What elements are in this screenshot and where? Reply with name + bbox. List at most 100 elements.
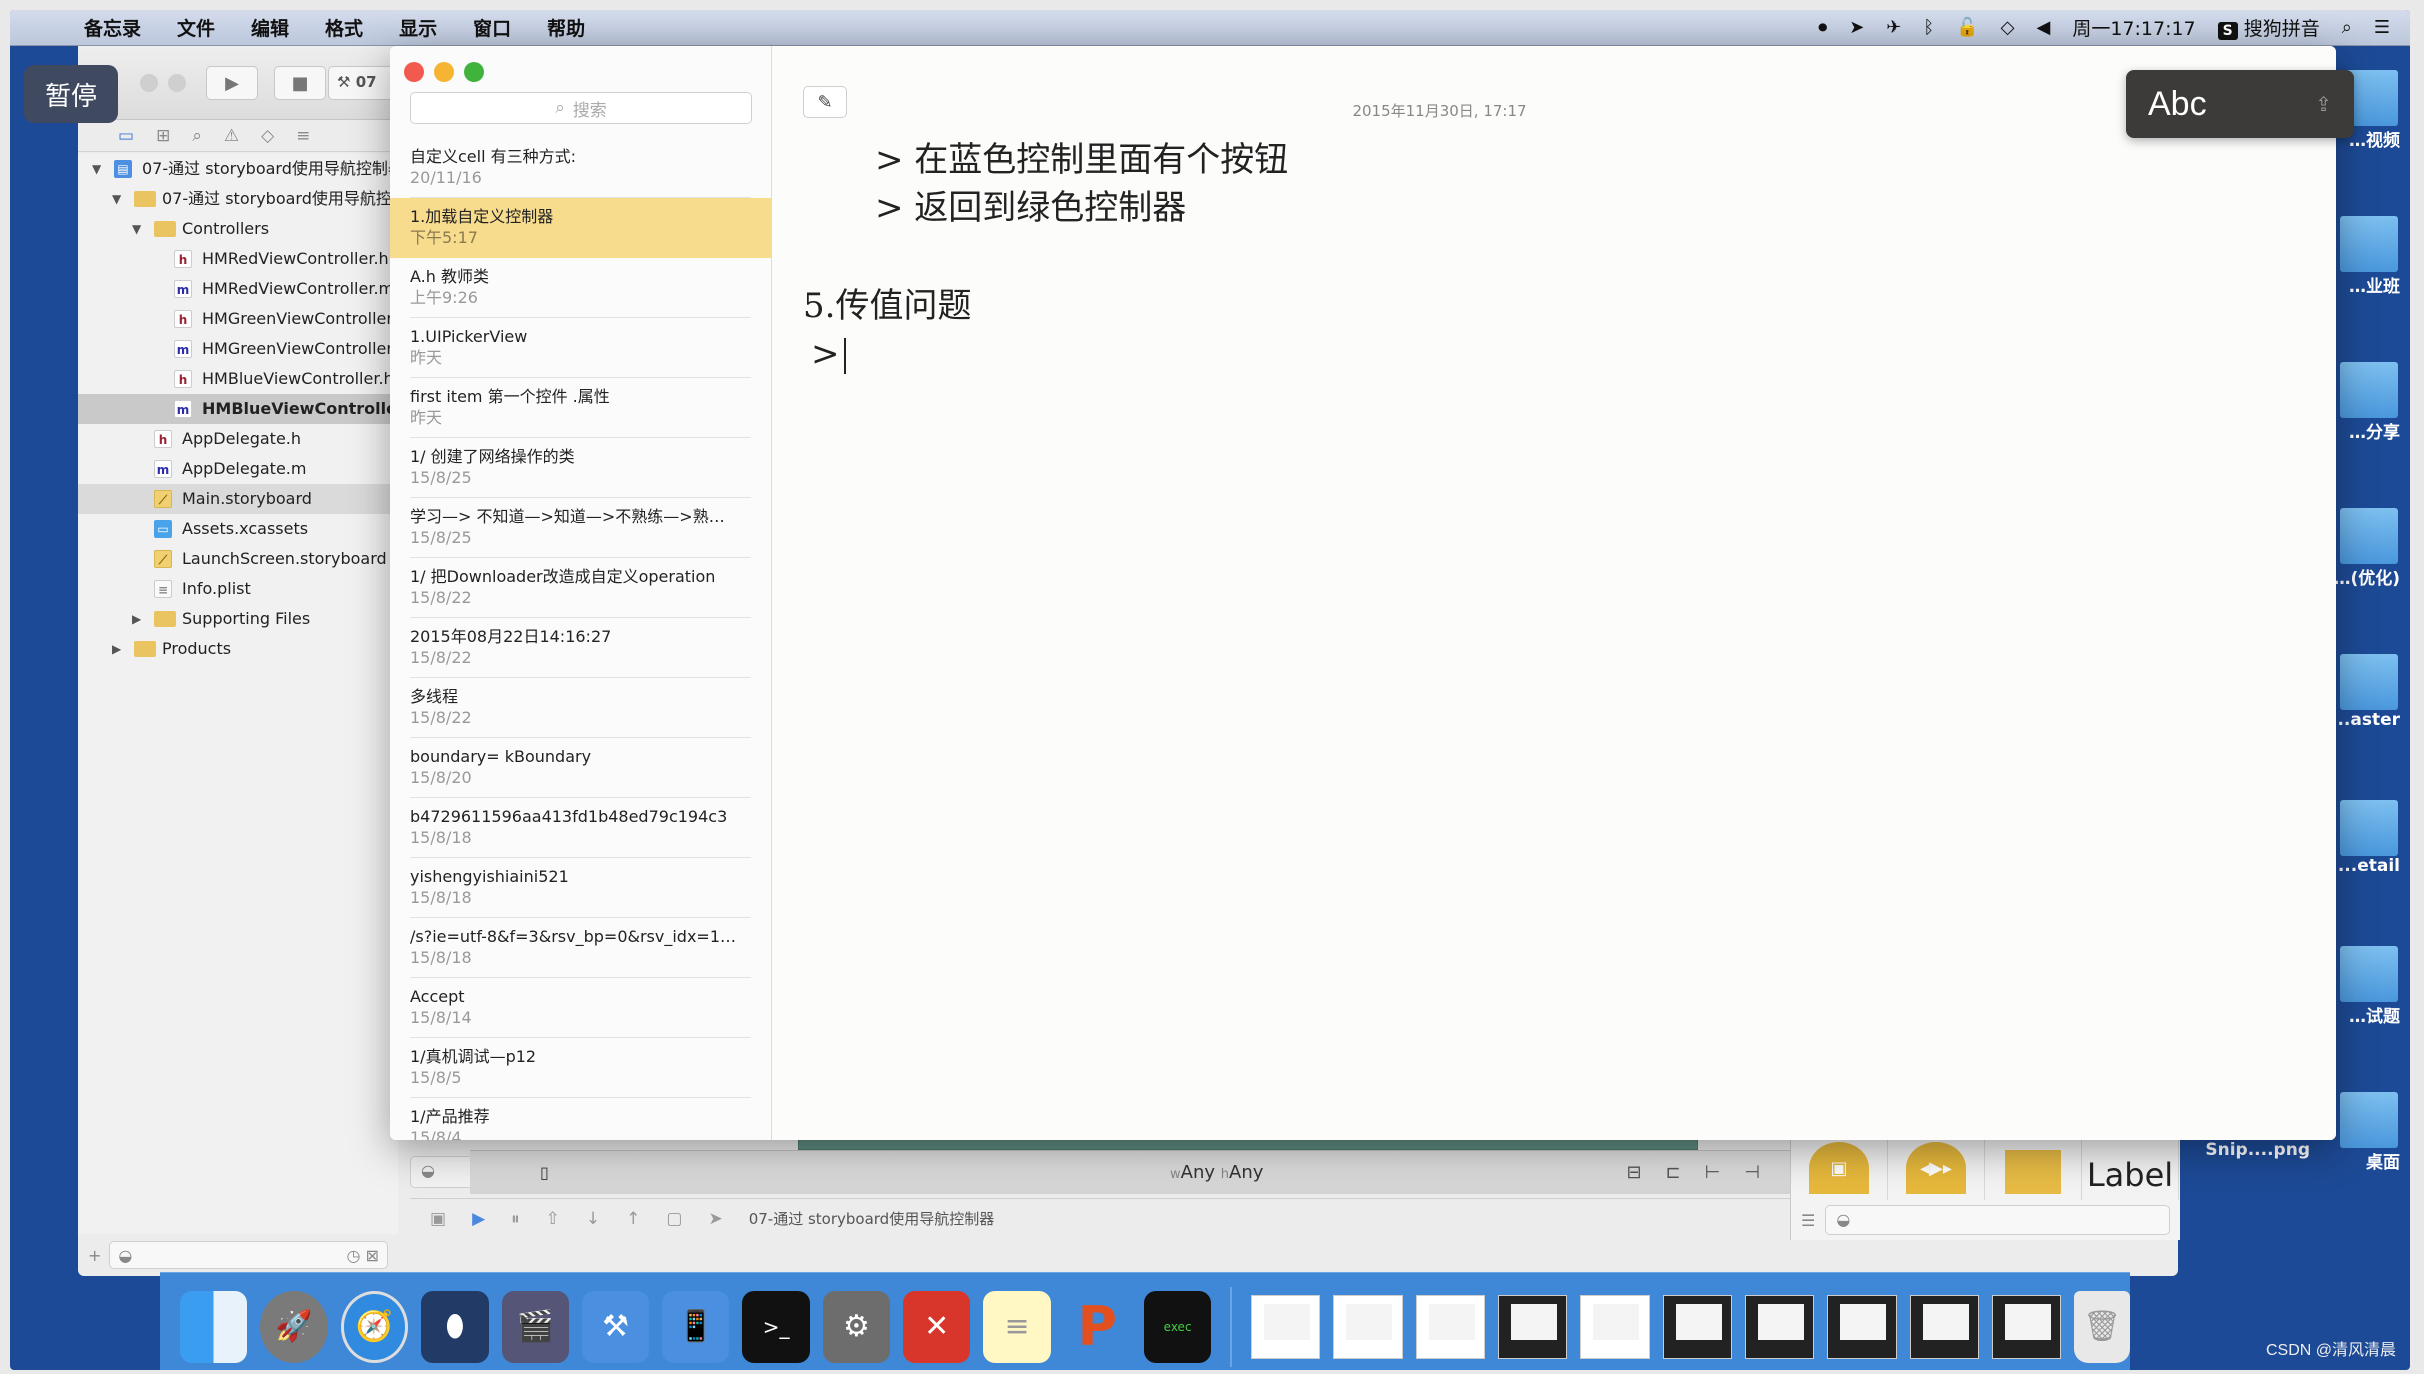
note-list-item[interactable]: Accept 15/8/14	[390, 978, 771, 1038]
note-list-item[interactable]: b4729611596aa413fd1b48ed79c194c3 15/8/18	[390, 798, 771, 858]
note-list-item[interactable]: 1.UIPickerView 昨天	[390, 318, 771, 378]
share-icon[interactable]: ⇪	[2315, 92, 2332, 116]
desktop-folder-icon[interactable]: …业班	[2340, 216, 2400, 297]
note-list-item[interactable]: yishengyishiaini521 15/8/18	[390, 858, 771, 918]
recent-files-icon[interactable]: ◷ ⊠	[347, 1246, 379, 1265]
note-list-item[interactable]: 学习—> 不知道—>知道—>不熟练—>熟… 15/8/25	[390, 498, 771, 558]
menu-app-name[interactable]: 备忘录	[66, 14, 159, 41]
debug-navigator-tab-icon[interactable]: ≡	[296, 126, 310, 146]
navigator-item[interactable]: m AppDelegate.m	[78, 454, 398, 484]
note-list-item[interactable]: 1/产品推荐 15/8/4	[390, 1098, 771, 1140]
menu-edit[interactable]: 编辑	[233, 14, 307, 41]
finder-icon[interactable]	[180, 1290, 248, 1370]
note-list-item[interactable]: /s?ie=utf-8&f=3&rsv_bp=0&rsv_idx=1… 15/8/…	[390, 918, 771, 978]
desktop-folder-icon[interactable]: …分享	[2340, 362, 2400, 443]
pin-icon[interactable]: ⊢	[1705, 1162, 1721, 1183]
location-icon[interactable]: ➤	[1849, 17, 1864, 38]
note-list-item[interactable]: first item 第一个控件 .属性 昨天	[390, 378, 771, 438]
test-navigator-tab-icon[interactable]: ◇	[261, 126, 274, 146]
recent-document-icon[interactable]	[1580, 1294, 1650, 1359]
project-navigator-tab-icon[interactable]: ▭	[118, 126, 134, 146]
navigator-item[interactable]: h HMBlueViewController.h	[78, 364, 398, 394]
recent-document-icon[interactable]	[1909, 1294, 1979, 1359]
recent-document-icon[interactable]	[1498, 1294, 1568, 1359]
menu-format[interactable]: 格式	[307, 14, 381, 41]
note-list-item[interactable]: 2015年08月22日14:16:27 15/8/22	[390, 618, 771, 678]
wifi-icon[interactable]: ◇	[2001, 17, 2015, 38]
list-view-icon[interactable]: ☰	[1801, 1211, 1815, 1230]
navigator-filter-field[interactable]: ◒ ◷ ⊠	[109, 1241, 388, 1269]
xcode-icon[interactable]: ⚒	[581, 1290, 650, 1370]
recent-document-icon[interactable]	[1333, 1294, 1403, 1359]
volume-icon[interactable]: ◀	[2036, 17, 2050, 38]
recent-document-icon[interactable]	[1827, 1294, 1897, 1359]
simulator-icon[interactable]: 📱	[662, 1290, 730, 1370]
note-list-item[interactable]: 1/ 把Downloader改造成自定义operation 15/8/22	[390, 558, 771, 618]
desktop-folder-icon[interactable]: …试题	[2340, 946, 2400, 1027]
screenflow-icon[interactable]: 🎬	[501, 1290, 569, 1370]
hide-debug-icon[interactable]: ▣	[430, 1209, 446, 1229]
launchpad-icon[interactable]: 🚀	[260, 1290, 328, 1363]
navigator-item[interactable]: h HMGreenViewController.h	[78, 304, 398, 334]
step-in-icon[interactable]: ↓	[586, 1209, 600, 1229]
navigator-item[interactable]: ▶ Supporting Files	[78, 604, 398, 634]
pause-badge[interactable]: 暂停	[24, 65, 118, 123]
screen-record-icon[interactable]: ⏺	[1818, 17, 1827, 38]
disclosure-expanded-icon[interactable]: ▼	[132, 214, 141, 244]
notification-center-icon[interactable]: ☰	[2374, 17, 2390, 38]
notes-search-input[interactable]: ⌕ 搜索	[410, 92, 752, 124]
disclosure-collapsed-icon[interactable]: ▶	[132, 604, 141, 634]
safari-icon[interactable]: 🧭	[340, 1290, 409, 1363]
note-list-item[interactable]: 多线程 15/8/22	[390, 678, 771, 738]
spotlight-search-icon[interactable]: ⌕	[2342, 17, 2352, 38]
size-class-selector[interactable]: wAny hAny	[1170, 1162, 1263, 1183]
navigator-item[interactable]: ▭ Assets.xcassets	[78, 514, 398, 544]
powerpoint-icon[interactable]: P	[1064, 1291, 1131, 1370]
align-icon[interactable]: ⊏	[1666, 1162, 1681, 1183]
view-debug-icon[interactable]: ▢	[666, 1209, 682, 1229]
navigator-item[interactable]: m HMGreenViewController.m	[78, 334, 398, 364]
navigator-item[interactable]: ▼ ▤ 07-通过 storyboard使用导航控制器	[78, 154, 398, 184]
clock[interactable]: 周一17:17:17	[2072, 14, 2195, 41]
menu-help[interactable]: 帮助	[529, 14, 603, 41]
run-button[interactable]: ▶	[206, 66, 258, 100]
step-over-icon[interactable]: ⇧	[546, 1209, 560, 1229]
note-list-item[interactable]: 1.加载自定义控制器 下午5:17	[390, 198, 771, 258]
terminal-icon[interactable]: >_	[742, 1290, 810, 1363]
lock-icon[interactable]: 🔓	[1956, 17, 1978, 38]
note-list-item[interactable]: 1/ 创建了网络操作的类 15/8/25	[390, 438, 771, 498]
menu-file[interactable]: 文件	[159, 14, 233, 41]
note-list-item[interactable]: A.h 教师类 上午9:26	[390, 258, 771, 318]
navigator-item[interactable]: ▶ Products	[78, 634, 398, 664]
library-filter-field[interactable]: ◒	[1825, 1205, 2170, 1235]
recent-document-icon[interactable]	[1662, 1294, 1732, 1359]
close-button[interactable]	[404, 62, 424, 82]
navigator-item[interactable]: m HMRedViewController.m	[78, 274, 398, 304]
menu-window[interactable]: 窗口	[455, 14, 529, 41]
navigator-item[interactable]: ▼ 07-通过 storyboard使用导航控制器	[78, 184, 398, 214]
stack-icon[interactable]: ⊟	[1626, 1162, 1641, 1183]
disclosure-expanded-icon[interactable]: ▼	[92, 154, 101, 184]
mouse-app-icon[interactable]: ⬮	[421, 1290, 489, 1370]
desktop-folder-icon[interactable]: 桌面	[2340, 1092, 2400, 1173]
symbol-navigator-tab-icon[interactable]: ⊞	[156, 126, 170, 146]
navigator-item[interactable]: ▼ Controllers	[78, 214, 398, 244]
resolve-icon[interactable]: ⊣	[1744, 1162, 1760, 1183]
notes-app-icon[interactable]: ≡	[983, 1290, 1051, 1370]
outline-toggle-icon[interactable]: ▯	[540, 1163, 549, 1182]
desktop-folder-icon[interactable]: ...aster	[2331, 654, 2400, 730]
disclosure-expanded-icon[interactable]: ▼	[112, 184, 121, 214]
console-icon[interactable]: exec	[1143, 1290, 1212, 1370]
find-navigator-tab-icon[interactable]: ⌕	[192, 126, 202, 146]
note-body[interactable]: > 在蓝色控制里面有个按钮 > 返回到绿色控制器 5.传值问题 >	[803, 136, 1288, 378]
navigator-item[interactable]: ⟋ Main.storyboard	[78, 484, 398, 514]
trash-icon[interactable]: 🗑	[2074, 1290, 2131, 1363]
zoom-button[interactable]	[464, 62, 484, 82]
recent-document-icon[interactable]	[1251, 1294, 1321, 1359]
step-out-icon[interactable]: ↑	[626, 1209, 640, 1229]
system-preferences-icon[interactable]: ⚙	[822, 1290, 891, 1363]
navigator-item[interactable]: h HMRedViewController.h	[78, 244, 398, 274]
recent-document-icon[interactable]	[1991, 1294, 2062, 1359]
stop-button[interactable]: ■	[274, 66, 326, 100]
menu-view[interactable]: 显示	[381, 14, 455, 41]
